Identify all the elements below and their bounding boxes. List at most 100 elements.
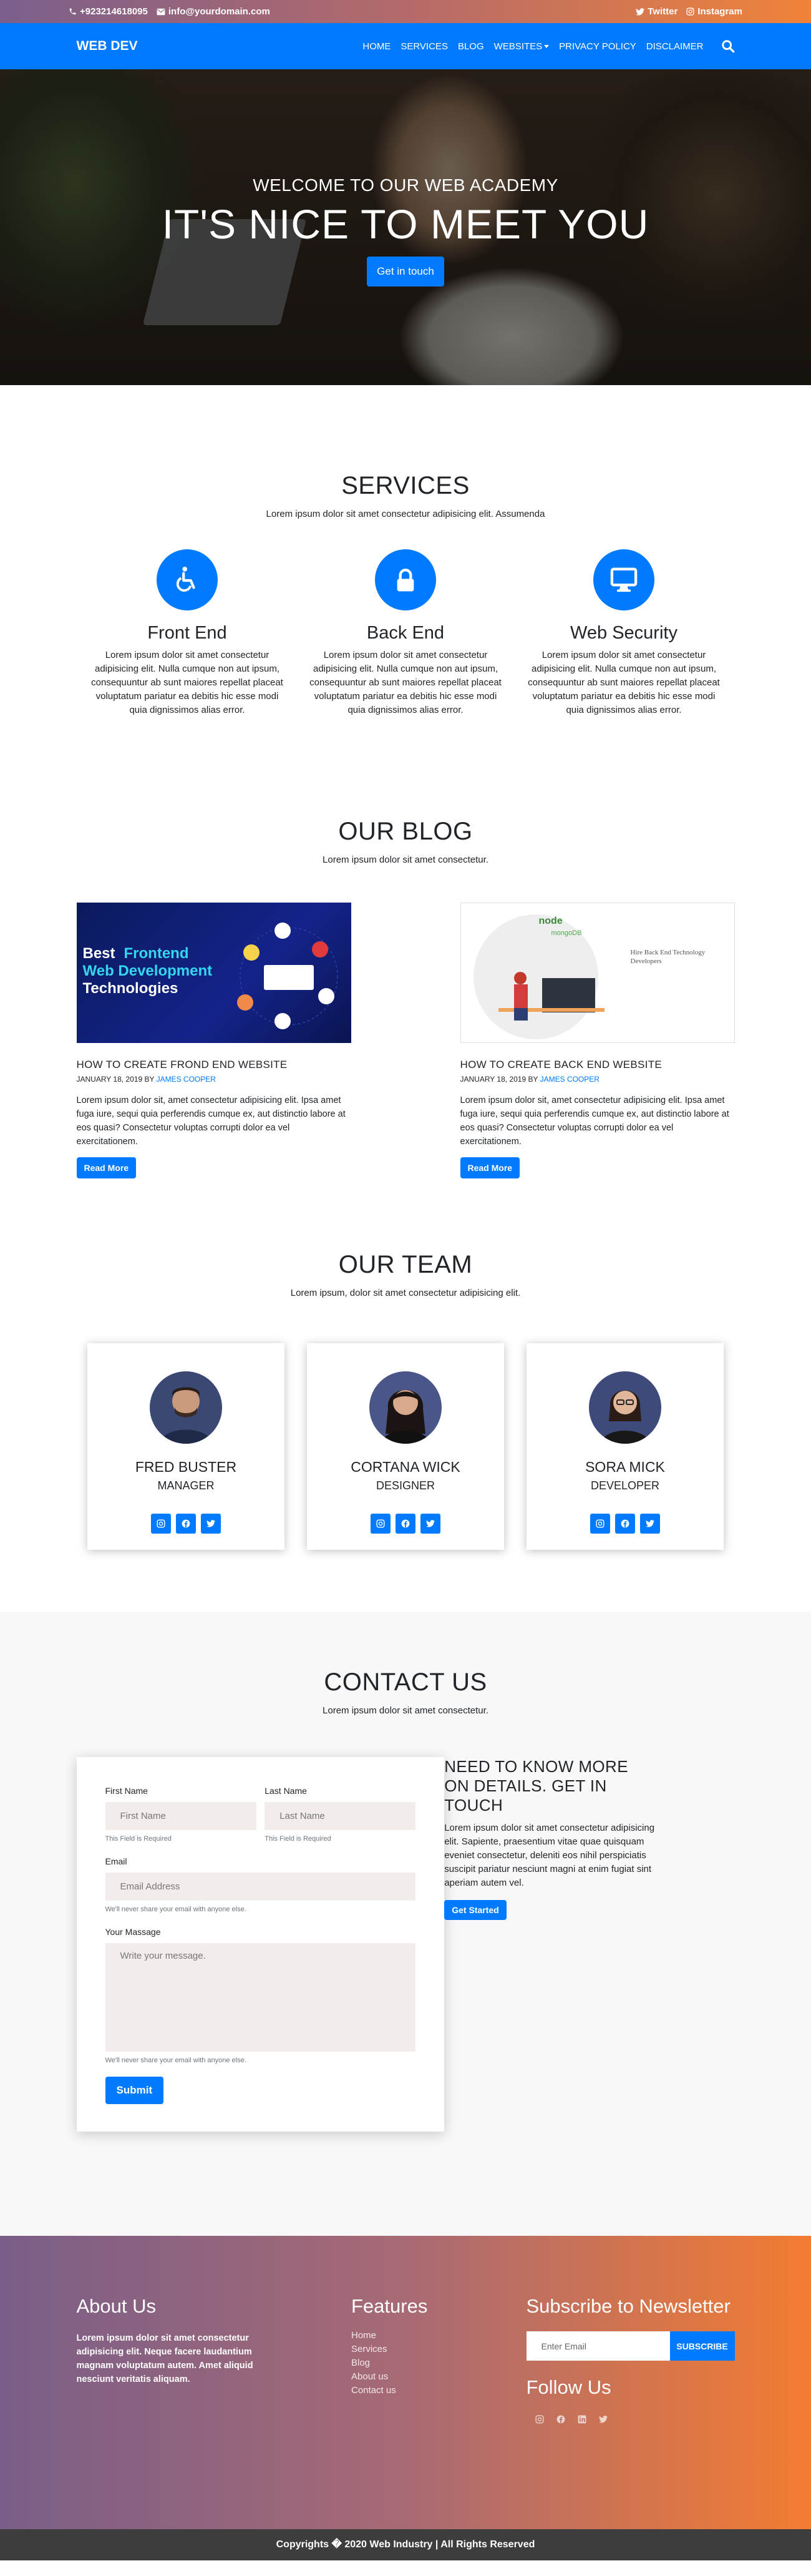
instagram-icon[interactable]	[590, 1514, 610, 1534]
service-title: Front End	[147, 623, 227, 643]
contact-info-heading: NEED TO KNOW MORE ON DETAILS. GET IN TOU…	[444, 1757, 628, 1814]
footer-link-contact-us[interactable]: Contact us	[351, 2384, 476, 2397]
facebook-icon[interactable]	[176, 1514, 196, 1534]
contact-subtitle: Lorem ipsum dolor sit amet consectetur.	[323, 1705, 488, 1716]
service-text: Lorem ipsum dolor sit amet consectetur a…	[91, 650, 283, 715]
blog-post-author-link[interactable]: JAMES COOPER	[157, 1075, 216, 1084]
twitter-icon[interactable]	[201, 1514, 221, 1534]
subscribe-button[interactable]: SUBSCRIBE	[669, 2331, 735, 2361]
team-member-role: MANAGER	[157, 1479, 215, 1492]
service-title: Back End	[366, 623, 445, 643]
submit-button[interactable]: Submit	[105, 2077, 164, 2104]
contact-form: First Name First Name This Field is Requ…	[76, 1757, 445, 2132]
email-label: Email	[105, 1856, 127, 1866]
get-started-button[interactable]: Get Started	[444, 1900, 507, 1920]
team-member-name: CORTANA WICK	[351, 1459, 460, 1475]
last-name-help: This Field is Required	[265, 1835, 331, 1843]
service-text: Lorem ipsum dolor sit amet consectetur a…	[309, 650, 502, 715]
contact-info-text: Lorem ipsum dolor sit amet consectetur a…	[444, 1823, 655, 1888]
image-text-frontend: Frontend	[124, 945, 189, 962]
follow-us-title: Follow Us	[526, 2376, 611, 2398]
twitter-icon	[636, 7, 645, 16]
image-text-node: node	[538, 916, 563, 926]
team-title: OUR TEAM	[338, 1251, 473, 1278]
blog-post-image[interactable]: Best Frontend Web Development Technologi…	[76, 903, 351, 1043]
blog-post-date: JANUARY 18, 2019 BY	[76, 1075, 155, 1084]
first-name-input[interactable]: First Name	[105, 1802, 256, 1830]
email-contact[interactable]: info@yourdomain.com	[157, 6, 270, 17]
team-member-name: SORA MICK	[585, 1459, 665, 1475]
team-card: CORTANA WICK DESIGNER	[307, 1343, 504, 1550]
instagram-text: Instagram	[697, 6, 742, 17]
instagram-icon[interactable]	[151, 1514, 171, 1534]
first-name-help: This Field is Required	[105, 1835, 172, 1843]
footer-link-home[interactable]: Home	[351, 2329, 476, 2343]
blog-post-title[interactable]: HOW TO CREATE BACK END WEBSITE	[460, 1059, 735, 1071]
footer-link-about-us[interactable]: About us	[351, 2370, 476, 2384]
read-more-button[interactable]: Read More	[460, 1157, 520, 1178]
nav-item-services[interactable]: SERVICES	[401, 41, 448, 52]
hero-subtitle: WELCOME TO OUR WEB ACADEMY	[253, 175, 558, 195]
nav-item-websites-dropdown[interactable]: WEBSITES	[494, 41, 550, 52]
blog-post: Best Frontend Web Development Technologi…	[76, 903, 351, 1178]
envelope-icon	[157, 8, 165, 16]
caret-down-icon	[544, 44, 550, 48]
twitter-icon[interactable]	[640, 1514, 660, 1534]
copyright-bar: Copyrights � 2020 Web Industry | All Rig…	[0, 2529, 811, 2560]
services-subtitle: Lorem ipsum dolor sit amet consectetur a…	[266, 509, 545, 519]
service-card-front-end: Front End Lorem ipsum dolor sit amet con…	[87, 549, 287, 717]
facebook-icon[interactable]	[396, 1514, 415, 1534]
nav-item-privacy-policy[interactable]: PRIVACY POLICY	[559, 41, 636, 52]
blog-subtitle: Lorem ipsum dolor sit amet consectetur.	[323, 855, 488, 865]
footer-features: Features Home Services Blog About us Con…	[351, 2295, 476, 2424]
twitter-icon[interactable]	[420, 1514, 440, 1534]
nav-menu: HOME SERVICES BLOG WEBSITES PRIVACY POLI…	[362, 39, 734, 53]
blog-post-excerpt: Lorem ipsum dolor sit, amet consectetur …	[460, 1095, 729, 1147]
nav-item-blog[interactable]: BLOG	[458, 41, 484, 52]
service-card-web-security: Web Security Lorem ipsum dolor sit amet …	[524, 549, 724, 717]
footer-link-blog[interactable]: Blog	[351, 2356, 476, 2370]
blog-post-title[interactable]: HOW TO CREATE FROND END WEBSITE	[77, 1059, 351, 1071]
newsletter-email-input[interactable]: Enter Email	[526, 2331, 670, 2361]
instagram-icon[interactable]	[371, 1514, 391, 1534]
hero-banner: WELCOME TO OUR WEB ACADEMY IT'S NICE TO …	[0, 69, 811, 385]
blog-post: node mongoDB Hire Back End Technology De…	[460, 903, 735, 1178]
nav-item-home[interactable]: HOME	[362, 41, 391, 52]
blog-title: OUR BLOG	[338, 818, 473, 845]
last-name-input[interactable]: Last Name	[265, 1802, 416, 1830]
instagram-icon	[686, 7, 694, 16]
image-text-technologies: Technologies	[82, 980, 178, 997]
hero-title: IT'S NICE TO MEET YOU	[162, 201, 649, 247]
facebook-icon[interactable]	[556, 2415, 565, 2424]
nav-item-disclaimer[interactable]: DISCLAIMER	[646, 41, 704, 52]
email-text: info@yourdomain.com	[168, 6, 270, 17]
footer: About Us Lorem ipsum dolor sit amet cons…	[0, 2236, 811, 2529]
wheelchair-icon	[173, 566, 202, 594]
phone-contact[interactable]: +923214618095	[69, 6, 148, 17]
search-icon[interactable]	[721, 39, 735, 53]
instagram-link[interactable]: Instagram	[686, 6, 742, 17]
linkedin-icon[interactable]	[578, 2415, 586, 2424]
facebook-icon[interactable]	[615, 1514, 635, 1534]
footer-about-title: About Us	[76, 2295, 157, 2317]
phone-icon	[69, 7, 77, 16]
twitter-link[interactable]: Twitter	[636, 6, 677, 17]
read-more-button[interactable]: Read More	[76, 1157, 137, 1178]
team-member-name: FRED BUSTER	[135, 1459, 237, 1475]
image-text-mongodb: mongoDB	[551, 929, 582, 937]
blog-post-image[interactable]: node mongoDB Hire Back End Technology De…	[460, 903, 735, 1043]
message-label: Your Massage	[105, 1927, 161, 1937]
team-subtitle: Lorem ipsum, dolor sit amet consectetur …	[290, 1288, 521, 1298]
twitter-icon[interactable]	[598, 2415, 608, 2424]
footer-link-services[interactable]: Services	[351, 2343, 476, 2356]
blog-post-author-link[interactable]: JAMES COOPER	[540, 1075, 600, 1084]
email-input[interactable]: Email Address	[105, 1873, 416, 1901]
instagram-icon[interactable]	[535, 2415, 544, 2424]
service-icon-circle	[157, 549, 218, 610]
team-card: FRED BUSTER MANAGER	[87, 1343, 284, 1550]
desktop-icon	[610, 567, 638, 592]
get-in-touch-button[interactable]: Get in touch	[367, 257, 444, 286]
brand-logo[interactable]: WEB DEV	[77, 39, 138, 54]
services-title: SERVICES	[341, 472, 470, 499]
message-textarea[interactable]: Write your message.	[105, 1943, 416, 2052]
